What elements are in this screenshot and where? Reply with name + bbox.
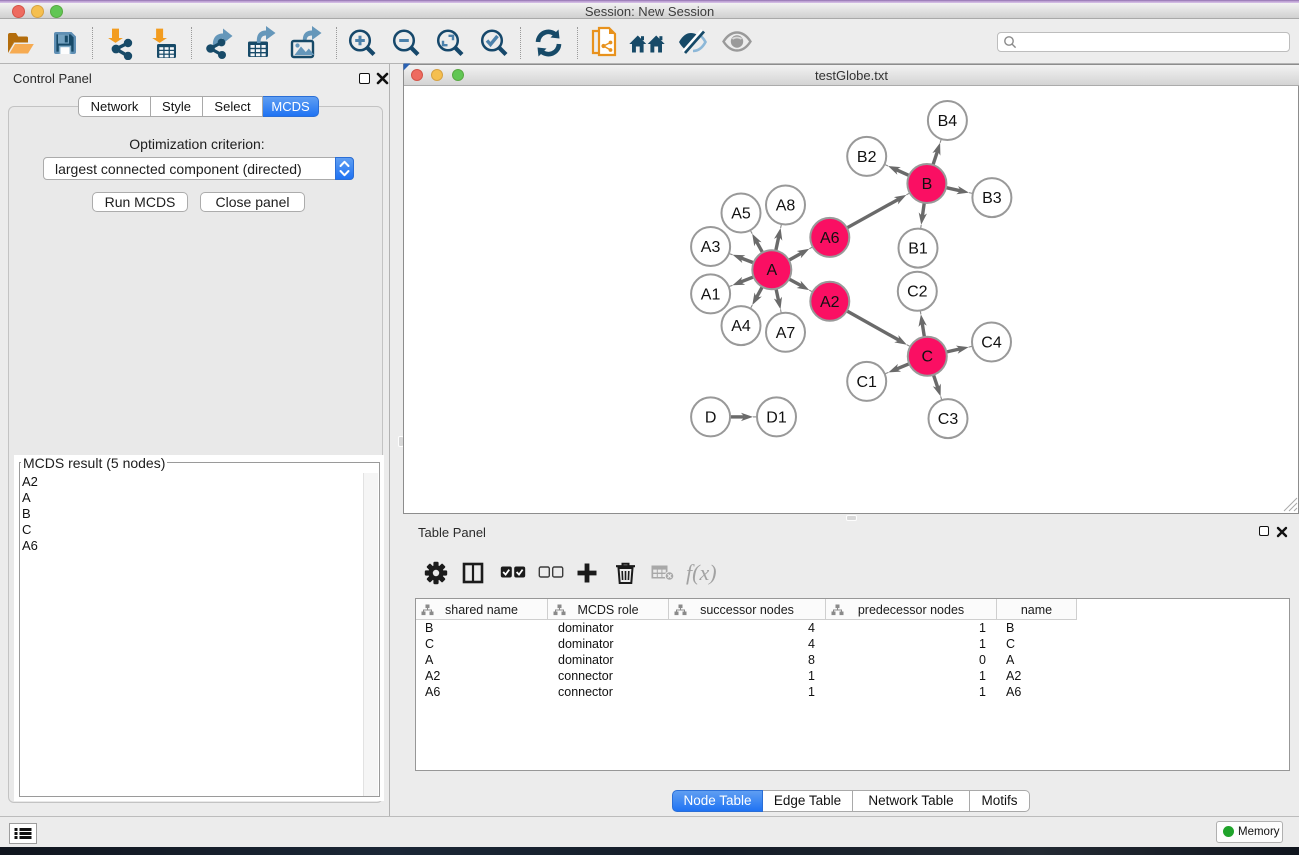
svg-text:A3: A3 <box>701 239 721 256</box>
svg-text:B: B <box>922 176 933 193</box>
svg-text:C3: C3 <box>938 411 959 428</box>
svg-text:A7: A7 <box>776 325 796 342</box>
svg-text:A1: A1 <box>701 286 721 303</box>
svg-text:C1: C1 <box>856 374 877 391</box>
svg-text:D: D <box>705 409 717 426</box>
svg-text:A5: A5 <box>731 206 751 223</box>
svg-text:A8: A8 <box>776 198 796 215</box>
svg-text:A: A <box>766 262 777 279</box>
svg-text:A6: A6 <box>820 230 840 247</box>
svg-text:C4: C4 <box>981 335 1002 352</box>
svg-text:B3: B3 <box>982 190 1002 207</box>
svg-text:B1: B1 <box>908 241 928 258</box>
svg-text:C: C <box>922 349 934 366</box>
svg-text:A2: A2 <box>820 294 840 311</box>
svg-text:A4: A4 <box>731 318 751 335</box>
svg-text:D1: D1 <box>766 409 787 426</box>
svg-text:B2: B2 <box>857 149 877 166</box>
svg-text:B4: B4 <box>938 113 958 130</box>
svg-text:C2: C2 <box>907 284 928 301</box>
